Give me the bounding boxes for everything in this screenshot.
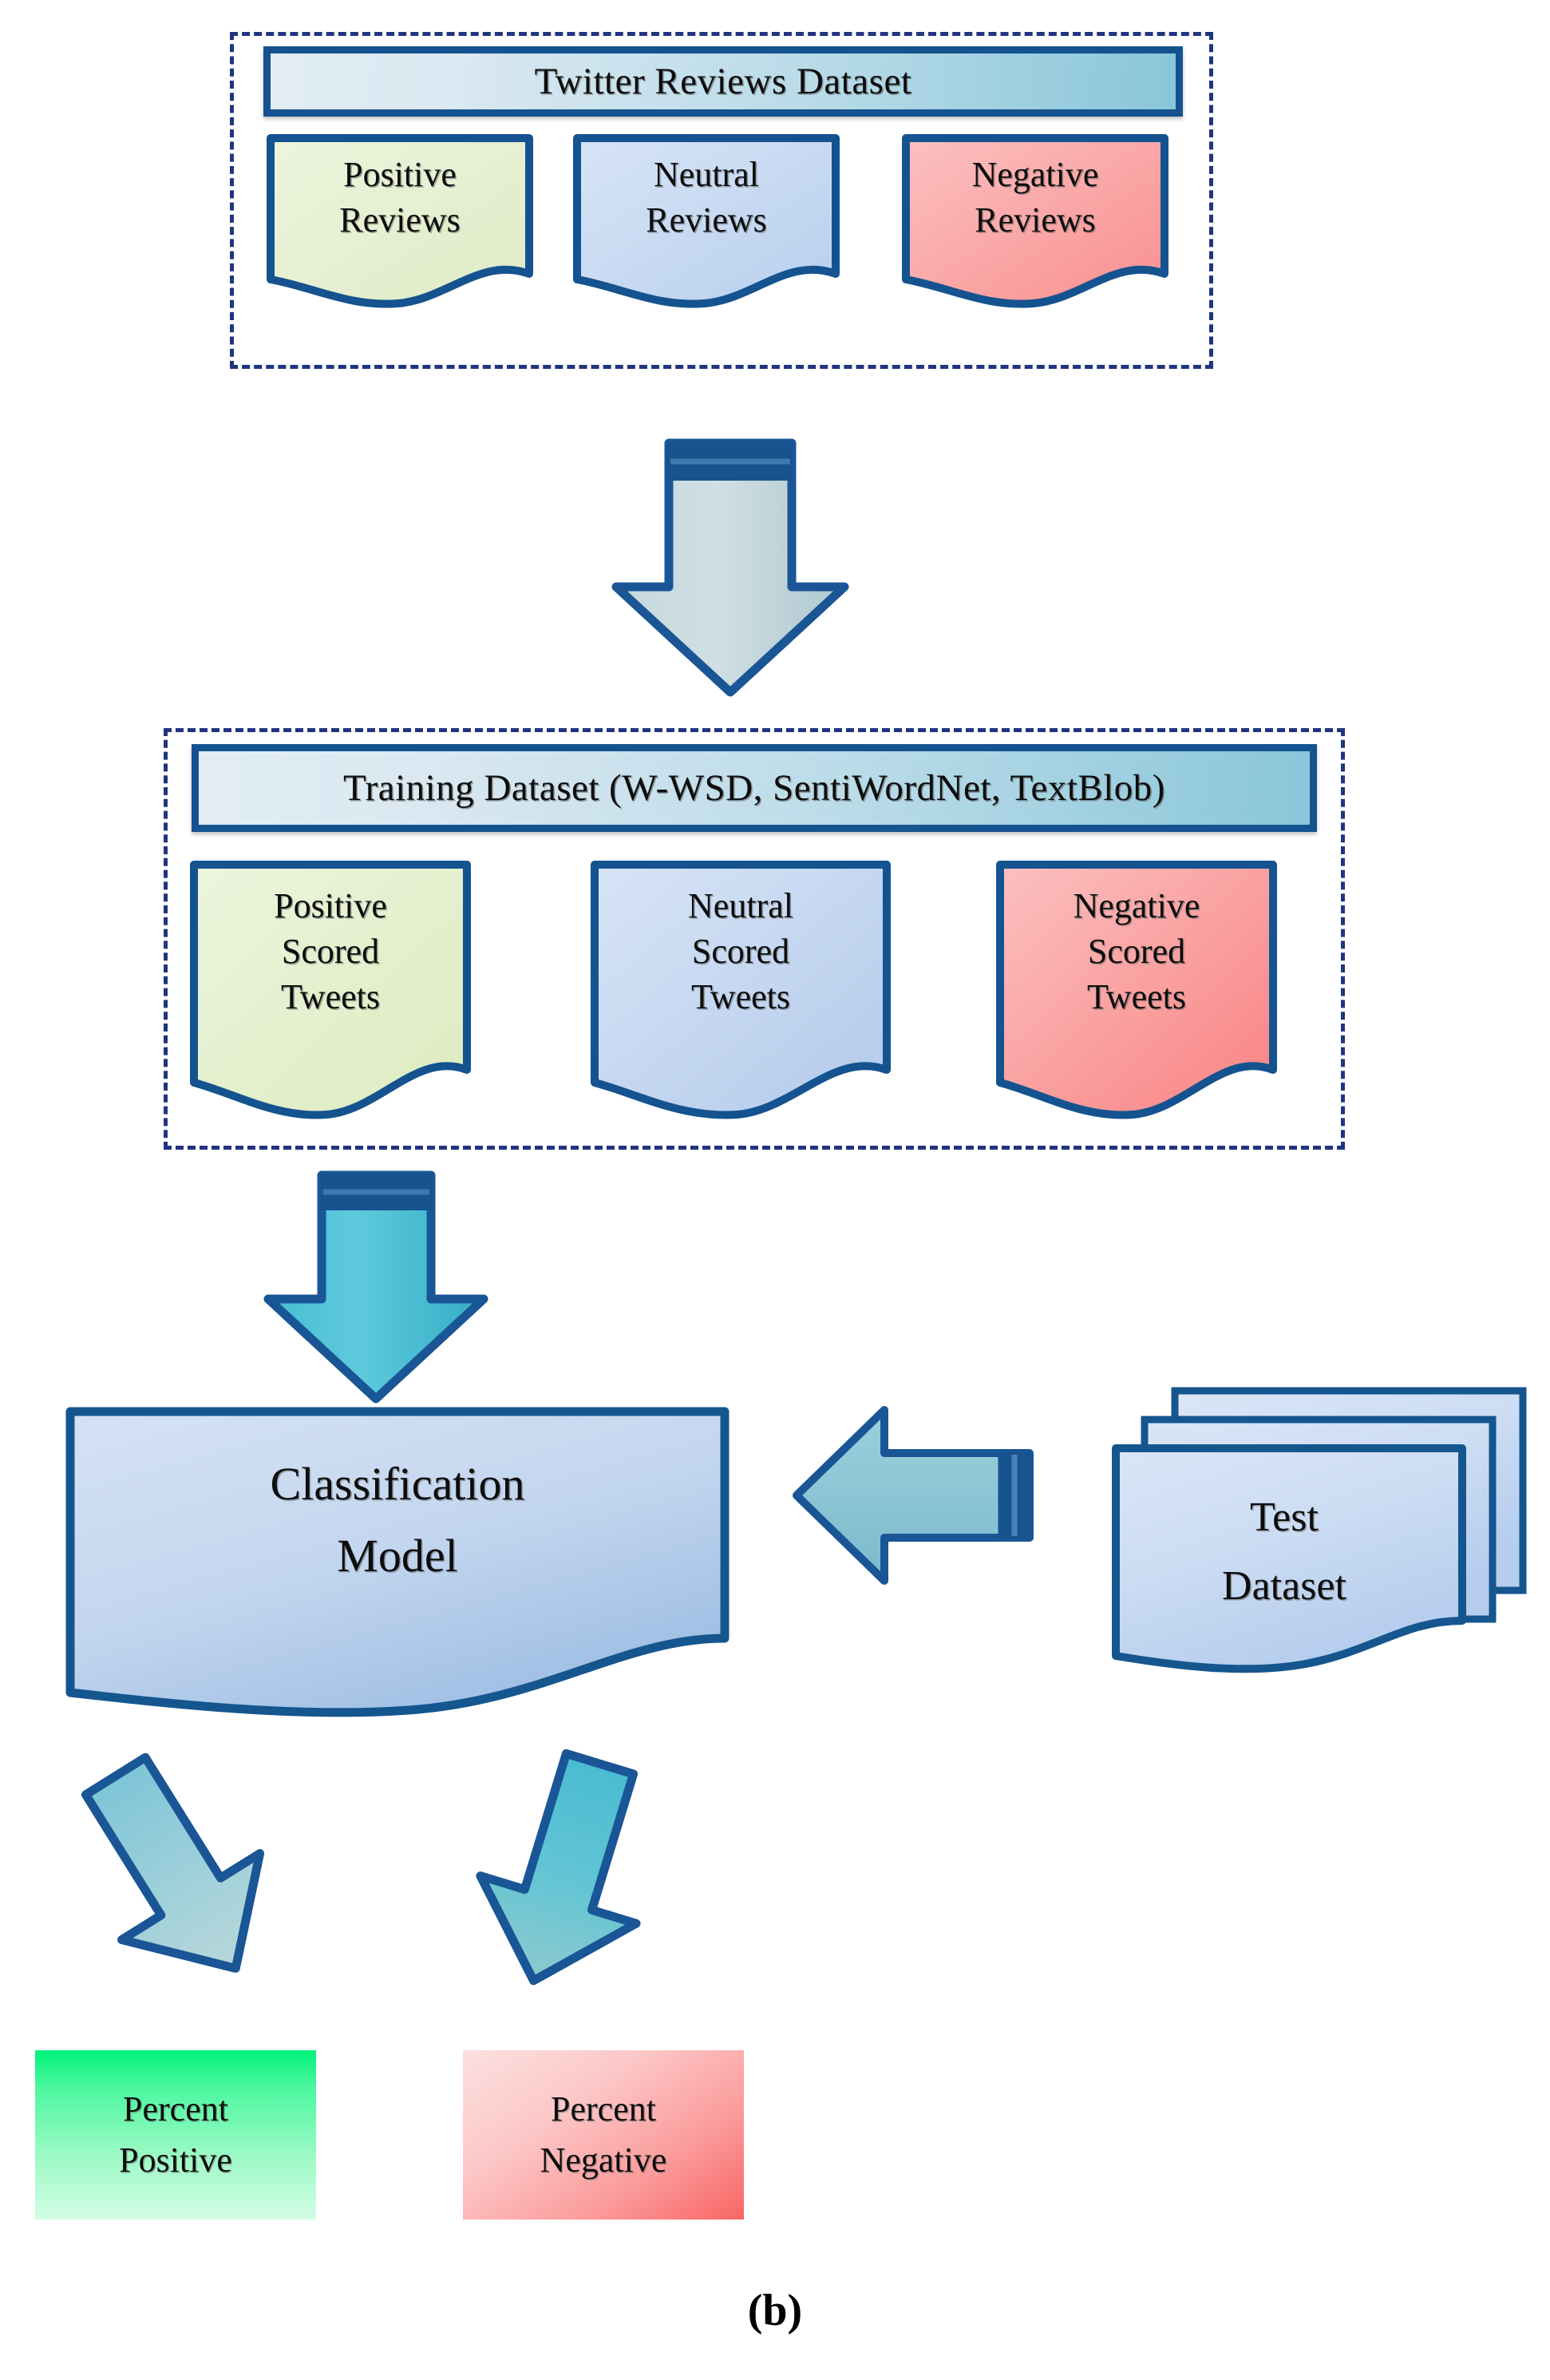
percent-positive-box: Percent Positive <box>35 2050 316 2220</box>
twitter-reviews-dataset-header: Twitter Reviews Dataset <box>263 46 1183 117</box>
negative-reviews-document: Negative Reviews <box>902 134 1168 308</box>
arrow-training-to-model <box>254 1167 493 1407</box>
arrow-dataset-to-training <box>607 435 854 699</box>
percent-negative-line-2: Negative <box>540 2140 667 2180</box>
arrow-test-to-model <box>790 1404 1046 1635</box>
positive-scored-tweets-document: Positive Scored Tweets <box>190 861 471 1119</box>
figure-caption-text: (b) <box>747 2286 803 2335</box>
negative-scored-tweets-document: Negative Scored Tweets <box>996 861 1277 1119</box>
arrow-model-to-percent-negative <box>448 1732 686 2012</box>
positive-reviews-document: Positive Reviews <box>267 134 533 308</box>
percent-positive-line-1: Percent <box>123 2089 228 2129</box>
neutral-scored-tweets-document: Neutral Scored Tweets <box>591 861 891 1119</box>
arrow-model-to-percent-positive <box>38 1725 314 2021</box>
neutral-reviews-document: Neutral Reviews <box>573 134 840 308</box>
classification-model-box: Classification Model <box>65 1407 730 1718</box>
figure-caption: (b) <box>0 2285 1550 2336</box>
percent-positive-line-2: Positive <box>119 2140 232 2180</box>
percent-negative-line-1: Percent <box>551 2089 656 2129</box>
training-dataset-header-label: Training Dataset (W-WSD, SentiWordNet, T… <box>343 767 1165 809</box>
test-dataset-stack: Test Dataset <box>1109 1381 1532 1701</box>
figure-canvas: Twitter Reviews Dataset Positive Reviews <box>0 0 1550 2380</box>
training-dataset-header: Training Dataset (W-WSD, SentiWordNet, T… <box>192 744 1317 832</box>
percent-negative-box: Percent Negative <box>463 2050 744 2220</box>
twitter-reviews-dataset-header-label: Twitter Reviews Dataset <box>534 61 912 102</box>
